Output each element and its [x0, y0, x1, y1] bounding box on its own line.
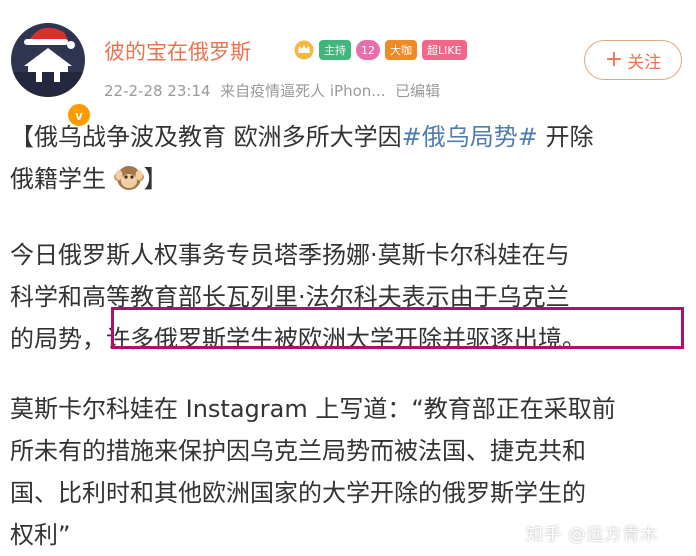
title-text-line2: 俄籍学生 [10, 165, 106, 193]
level-badge: 12 [356, 40, 380, 60]
timestamp[interactable]: 22-2-28 23:14 [104, 82, 211, 100]
like-badge: 超LIKE [422, 40, 467, 60]
title-text: 【俄乌战争波及教育 欧洲多所大学因 [10, 123, 402, 151]
highlight-box [111, 307, 684, 349]
user-badges: 主持 12 大咖 超LIKE [294, 40, 467, 60]
avatar-logo-icon [11, 23, 85, 97]
vip-badge: 大咖 [385, 40, 417, 60]
monkey-emoji-icon [113, 166, 144, 190]
crown-icon [294, 40, 314, 60]
text-line: 国、比利时和其他欧洲国家的大学开除的俄罗斯学生的 [10, 479, 586, 507]
username-link[interactable]: 彼的宝在俄罗斯 [104, 36, 251, 66]
follow-label: 关注 [627, 52, 662, 73]
host-badge: 主持 [319, 40, 351, 60]
text-line-prefix: 的局势， [10, 325, 106, 353]
title-text-after: 开除 [537, 123, 594, 151]
hashtag-link[interactable]: #俄乌局势# [402, 123, 538, 151]
post-paragraph-2: 莫斯卡尔科娃在 Instagram 上写道：“教育部正在采取前 所未有的措施来保… [10, 388, 616, 556]
plus-icon: + [604, 47, 624, 72]
watermark: 知乎 @远方青木 [526, 525, 659, 545]
follow-button[interactable]: + 关注 [584, 40, 682, 80]
edited-label[interactable]: 已编辑 [395, 82, 440, 100]
text-line: 权利” [10, 521, 71, 549]
source: 来自疫情逼死人 iPhon... [220, 82, 386, 100]
text-line: 所未有的措施来保护因乌克兰局势而被法国、捷克共和 [10, 437, 586, 465]
post-meta: 22-2-28 23:14 来自疫情逼死人 iPhon... 已编辑 [104, 80, 440, 101]
text-line: 今日俄罗斯人权事务专员塔季扬娜·莫斯卡尔科娃在与 [10, 241, 570, 269]
title-close-bracket: 】 [143, 165, 168, 193]
avatar[interactable]: v [10, 22, 92, 128]
post-title: 【俄乌战争波及教育 欧洲多所大学因#俄乌局势# 开除 俄籍学生 】 [10, 116, 594, 200]
text-line: 莫斯卡尔科娃在 Instagram 上写道：“教育部正在采取前 [10, 395, 616, 423]
